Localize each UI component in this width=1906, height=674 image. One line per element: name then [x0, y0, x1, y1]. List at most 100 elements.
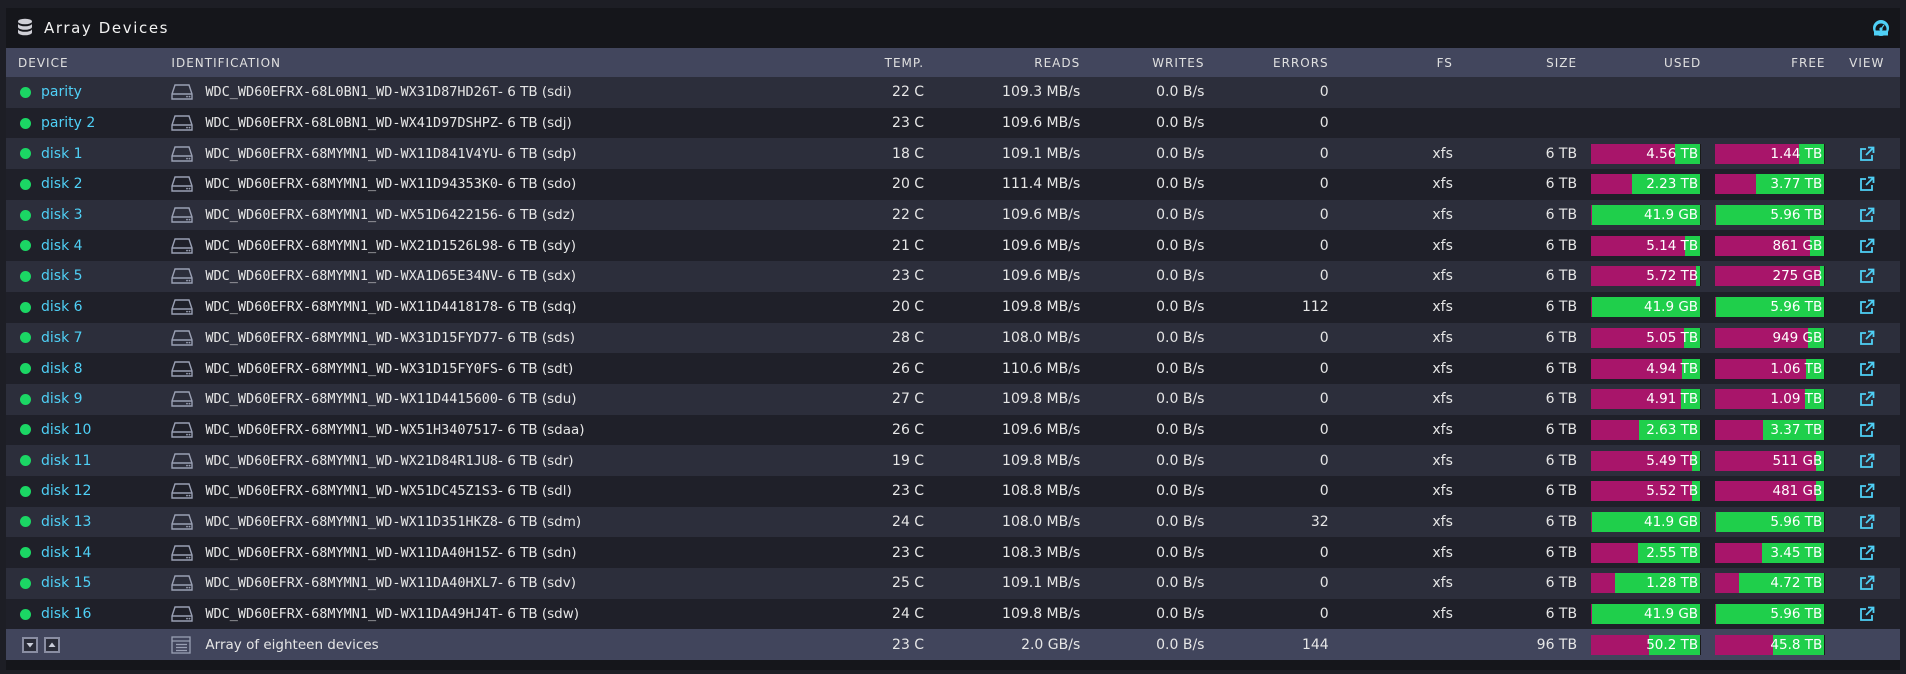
collapse-button[interactable]: [22, 636, 38, 653]
device-name-link[interactable]: disk 10: [41, 422, 91, 438]
device-row[interactable]: parity 2 WDC_WD60EFRX-68L0BN1_WD-WX41D97D…: [6, 107, 1900, 139]
device-name-link[interactable]: disk 3: [41, 207, 83, 223]
table-header-row: DEVICE IDENTIFICATION TEMP. READS WRITES…: [6, 48, 1900, 77]
device-identification: WDC_WD60EFRX-68MYMN1_WD-WX31D15FYD77: [205, 329, 499, 346]
device-name-link[interactable]: disk 2: [41, 176, 83, 192]
device-name-link[interactable]: disk 5: [41, 268, 83, 284]
device-name-link[interactable]: disk 16: [41, 606, 91, 622]
open-external-icon[interactable]: [1859, 176, 1875, 192]
device-row[interactable]: disk 3 WDC_WD60EFRX-68MYMN1_WD-WX51D64221…: [6, 199, 1900, 231]
device-row[interactable]: disk 10 WDC_WD60EFRX-68MYMN1_WD-WX51H3407…: [6, 414, 1900, 446]
free-value: 5.96 TB: [1770, 606, 1823, 623]
col-identification[interactable]: IDENTIFICATION: [163, 48, 827, 77]
device-name-link[interactable]: parity 2: [41, 115, 95, 131]
device-row[interactable]: disk 4 WDC_WD60EFRX-68MYMN1_WD-WX21D1526L…: [6, 230, 1900, 262]
status-online-icon: [20, 547, 31, 559]
device-name-link[interactable]: disk 4: [41, 238, 83, 254]
col-temp[interactable]: TEMP.: [828, 48, 933, 77]
device-name-link[interactable]: disk 13: [41, 514, 91, 530]
free-bar: 5.96 TB: [1715, 511, 1826, 532]
col-free[interactable]: FREE: [1709, 48, 1833, 77]
device-name-link[interactable]: disk 9: [41, 391, 83, 407]
device-row[interactable]: disk 2 WDC_WD60EFRX-68MYMN1_WD-WX11D94353…: [6, 169, 1900, 200]
open-external-icon[interactable]: [1859, 453, 1875, 469]
open-external-icon[interactable]: [1859, 238, 1875, 254]
database-icon: [18, 18, 32, 36]
device-row[interactable]: disk 1 WDC_WD60EFRX-68MYMN1_WD-WX11D841V4…: [6, 138, 1900, 170]
open-external-icon[interactable]: [1859, 391, 1875, 407]
open-external-icon[interactable]: [1859, 545, 1875, 561]
device-row[interactable]: disk 6 WDC_WD60EFRX-68MYMN1_WD-WX11D44181…: [6, 291, 1900, 323]
device-row[interactable]: disk 13 WDC_WD60EFRX-68MYMN1_WD-WX11D351H…: [6, 506, 1900, 538]
open-external-icon[interactable]: [1859, 514, 1875, 530]
used-value: 4.56 TB: [1646, 145, 1699, 162]
used-value: 2.23 TB: [1646, 176, 1699, 193]
device-name-link[interactable]: disk 6: [41, 299, 83, 315]
device-row[interactable]: disk 15 WDC_WD60EFRX-68MYMN1_WD-WX11DA40H…: [6, 568, 1900, 599]
open-external-icon[interactable]: [1859, 422, 1875, 438]
device-name-link[interactable]: parity: [41, 84, 82, 100]
device-name-link[interactable]: disk 12: [41, 483, 91, 499]
open-external-icon[interactable]: [1859, 146, 1875, 162]
device-name-link[interactable]: disk 1: [41, 146, 83, 162]
open-external-icon[interactable]: [1859, 606, 1875, 622]
device-size: 6 TB: [1545, 483, 1578, 500]
status-online-icon: [20, 485, 31, 497]
device-row[interactable]: parity WDC_WD60EFRX-68L0BN1_WD-WX31D87HD2…: [6, 77, 1900, 108]
device-writes: 0.0 B/s: [1156, 606, 1205, 623]
device-size: 6 TB: [1545, 329, 1578, 346]
device-capacity: - 6 TB (sdy): [498, 237, 576, 254]
device-capacity: - 6 TB (sdaa): [498, 421, 585, 438]
device-reads: 110.6 MB/s: [1002, 360, 1081, 377]
col-device[interactable]: DEVICE: [6, 48, 163, 77]
device-name-link[interactable]: disk 11: [41, 453, 91, 469]
device-row[interactable]: disk 16 WDC_WD60EFRX-68MYMN1_WD-WX11DA49H…: [6, 598, 1900, 630]
col-errors[interactable]: ERRORS: [1212, 48, 1336, 77]
used-bar: 2.55 TB: [1591, 542, 1702, 563]
device-reads: 108.3 MB/s: [1002, 544, 1081, 561]
col-reads[interactable]: READS: [932, 48, 1088, 77]
device-row[interactable]: disk 9 WDC_WD60EFRX-68MYMN1_WD-WX11D44156…: [6, 383, 1900, 415]
open-external-icon[interactable]: [1859, 207, 1875, 223]
col-writes[interactable]: WRITES: [1088, 48, 1212, 77]
open-external-icon[interactable]: [1859, 330, 1875, 346]
device-writes: 0.0 B/s: [1156, 575, 1205, 592]
open-external-icon[interactable]: [1859, 483, 1875, 499]
col-used[interactable]: USED: [1585, 48, 1709, 77]
device-row[interactable]: disk 14 WDC_WD60EFRX-68MYMN1_WD-WX11DA40H…: [6, 537, 1900, 568]
open-external-icon[interactable]: [1859, 268, 1875, 284]
device-temp: 25 C: [892, 575, 925, 592]
device-capacity: - 6 TB (sdl): [498, 483, 572, 500]
expand-button[interactable]: [44, 636, 60, 653]
used-value: 5.49 TB: [1646, 452, 1699, 469]
free-bar: 3.45 TB: [1715, 542, 1826, 563]
device-row[interactable]: disk 5 WDC_WD60EFRX-68MYMN1_WD-WXA1D65E34…: [6, 261, 1900, 292]
device-temp: 24 C: [892, 606, 925, 623]
device-errors: 0: [1319, 176, 1329, 193]
col-view[interactable]: VIEW: [1833, 48, 1900, 77]
device-name-link[interactable]: disk 14: [41, 545, 91, 561]
open-external-icon[interactable]: [1859, 575, 1875, 591]
device-name-link[interactable]: disk 15: [41, 575, 91, 591]
device-row[interactable]: disk 11 WDC_WD60EFRX-68MYMN1_WD-WX21D84R1…: [6, 445, 1900, 476]
used-bar: 5.52 TB: [1591, 481, 1702, 502]
open-external-icon[interactable]: [1859, 299, 1875, 315]
dashboard-gauge-icon[interactable]: [1872, 19, 1890, 37]
device-size: 6 TB: [1545, 421, 1578, 438]
device-name-link[interactable]: disk 8: [41, 361, 83, 377]
status-online-icon: [20, 393, 31, 405]
device-writes: 0.0 B/s: [1156, 237, 1205, 254]
open-external-icon[interactable]: [1859, 361, 1875, 377]
device-identification: WDC_WD60EFRX-68MYMN1_WD-WXA1D65E34NV: [205, 268, 499, 285]
free-value: 1.06 TB: [1770, 360, 1823, 377]
col-fs[interactable]: FS: [1337, 48, 1461, 77]
used-value: 4.94 TB: [1646, 360, 1699, 377]
col-size[interactable]: SIZE: [1461, 48, 1585, 77]
device-row[interactable]: disk 7 WDC_WD60EFRX-68MYMN1_WD-WX31D15FYD…: [6, 322, 1900, 354]
used-value: 4.91 TB: [1646, 391, 1699, 408]
device-row[interactable]: disk 8 WDC_WD60EFRX-68MYMN1_WD-WX31D15FY0…: [6, 353, 1900, 384]
array-devices-panel: Array Devices DEVICE IDENTIFICATION TEMP…: [6, 8, 1900, 670]
device-row[interactable]: disk 12 WDC_WD60EFRX-68MYMN1_WD-WX51DC45Z…: [6, 475, 1900, 507]
free-bar: 3.77 TB: [1715, 174, 1826, 195]
device-name-link[interactable]: disk 7: [41, 330, 83, 346]
